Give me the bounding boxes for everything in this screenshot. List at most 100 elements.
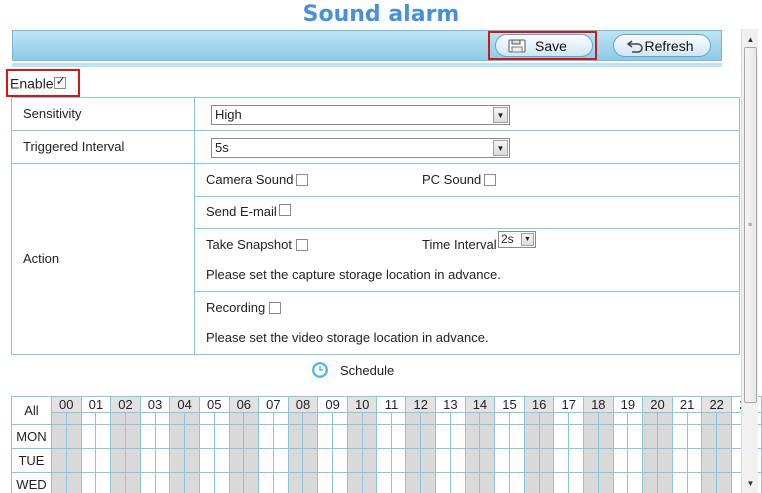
hour-header[interactable]: 13	[435, 396, 466, 413]
hour-header[interactable]: 04	[169, 396, 200, 413]
schedule-cell[interactable]	[716, 448, 732, 473]
schedule-cell[interactable]	[390, 472, 407, 493]
schedule-cell[interactable]	[464, 424, 481, 449]
schedule-cell[interactable]	[449, 448, 466, 473]
schedule-cell[interactable]	[568, 424, 584, 449]
day-label[interactable]: TUE	[11, 448, 52, 473]
schedule-cell[interactable]	[124, 424, 141, 449]
schedule-cell[interactable]	[494, 424, 511, 449]
schedule-cell[interactable]	[583, 424, 599, 449]
schedule-cell[interactable]	[198, 412, 215, 425]
schedule-cell[interactable]	[656, 472, 673, 493]
schedule-cell[interactable]	[213, 412, 230, 425]
schedule-cell[interactable]	[287, 472, 304, 493]
schedule-cell[interactable]	[568, 472, 584, 493]
schedule-cell[interactable]	[124, 472, 141, 493]
schedule-cell[interactable]	[65, 424, 82, 449]
hour-header[interactable]: 14	[464, 396, 496, 413]
schedule-cell[interactable]	[376, 412, 392, 425]
schedule-cell[interactable]	[494, 448, 511, 473]
schedule-cell[interactable]	[332, 424, 348, 449]
schedule-cell[interactable]	[627, 412, 644, 425]
schedule-cell[interactable]	[435, 448, 451, 473]
schedule-cell[interactable]	[346, 412, 363, 425]
take-snapshot-checkbox[interactable]	[296, 239, 308, 251]
schedule-cell[interactable]	[642, 424, 658, 449]
schedule-cell[interactable]	[110, 412, 126, 425]
schedule-cell[interactable]	[139, 472, 156, 493]
schedule-cell[interactable]	[198, 424, 215, 449]
schedule-cell[interactable]	[272, 412, 289, 425]
schedule-cell[interactable]	[154, 448, 171, 473]
schedule-cell[interactable]	[95, 424, 112, 449]
scroll-up-icon[interactable]: ▲	[742, 33, 759, 47]
schedule-cell[interactable]	[243, 472, 260, 493]
schedule-cell[interactable]	[405, 424, 422, 449]
schedule-cell[interactable]	[95, 448, 112, 473]
schedule-cell[interactable]	[642, 448, 658, 473]
recording-checkbox[interactable]	[269, 302, 281, 314]
schedule-cell[interactable]	[272, 424, 289, 449]
hour-header[interactable]: 16	[523, 396, 555, 413]
scrollbar-thumb[interactable]: ≡	[744, 47, 757, 403]
schedule-cell[interactable]	[509, 448, 525, 473]
schedule-cell[interactable]	[583, 448, 599, 473]
schedule-cell[interactable]	[405, 472, 422, 493]
schedule-cell[interactable]	[346, 448, 363, 473]
schedule-cell[interactable]	[479, 424, 496, 449]
schedule-cell[interactable]	[390, 424, 407, 449]
schedule-cell[interactable]	[154, 472, 171, 493]
schedule-cell[interactable]	[627, 448, 644, 473]
hour-header[interactable]: 21	[671, 396, 703, 413]
hour-header[interactable]: 17	[553, 396, 584, 413]
schedule-cell[interactable]	[449, 472, 466, 493]
schedule-cell[interactable]	[568, 448, 584, 473]
schedule-cell[interactable]	[716, 412, 732, 425]
schedule-cell[interactable]	[139, 448, 156, 473]
schedule-cell[interactable]	[612, 472, 629, 493]
schedule-cell[interactable]	[272, 448, 289, 473]
schedule-cell[interactable]	[302, 412, 319, 425]
schedule-cell[interactable]	[435, 472, 451, 493]
schedule-cell[interactable]	[420, 472, 437, 493]
hour-header[interactable]: 00	[50, 396, 82, 413]
schedule-cell[interactable]	[686, 448, 703, 473]
schedule-cell[interactable]	[627, 472, 644, 493]
schedule-cell[interactable]	[169, 424, 186, 449]
schedule-cell[interactable]	[169, 472, 186, 493]
schedule-cell[interactable]	[671, 412, 688, 425]
schedule-cell[interactable]	[538, 424, 555, 449]
schedule-cell[interactable]	[656, 412, 673, 425]
send-email-checkbox[interactable]	[279, 204, 291, 216]
schedule-cell[interactable]	[228, 424, 245, 449]
hour-header[interactable]: 20	[642, 396, 673, 413]
schedule-cell[interactable]	[523, 424, 540, 449]
schedule-cell[interactable]	[317, 448, 334, 473]
schedule-cell[interactable]	[228, 472, 245, 493]
schedule-cell[interactable]	[701, 472, 718, 493]
camera-sound-checkbox[interactable]	[296, 174, 308, 186]
schedule-cell[interactable]	[302, 472, 319, 493]
schedule-cell[interactable]	[228, 448, 245, 473]
schedule-cell[interactable]	[597, 472, 614, 493]
schedule-cell[interactable]	[213, 424, 230, 449]
schedule-cell[interactable]	[361, 448, 378, 473]
schedule-cell[interactable]	[50, 472, 67, 493]
schedule-cell[interactable]	[124, 448, 141, 473]
schedule-cell[interactable]	[302, 448, 319, 473]
schedule-cell[interactable]	[568, 412, 584, 425]
schedule-cell[interactable]	[317, 472, 334, 493]
hour-header[interactable]: 15	[494, 396, 525, 413]
vertical-scrollbar[interactable]: ▲ ≡ ▼	[741, 29, 758, 493]
day-label[interactable]: MON	[11, 424, 52, 449]
schedule-cell[interactable]	[80, 448, 97, 473]
hour-header[interactable]: 22	[701, 396, 732, 413]
schedule-cell[interactable]	[376, 472, 392, 493]
schedule-cell[interactable]	[627, 424, 644, 449]
schedule-cell[interactable]	[124, 412, 141, 425]
schedule-cell[interactable]	[701, 424, 718, 449]
schedule-cell[interactable]	[494, 472, 511, 493]
schedule-cell[interactable]	[538, 412, 555, 425]
hour-header[interactable]: 05	[198, 396, 230, 413]
schedule-cell[interactable]	[50, 412, 67, 425]
